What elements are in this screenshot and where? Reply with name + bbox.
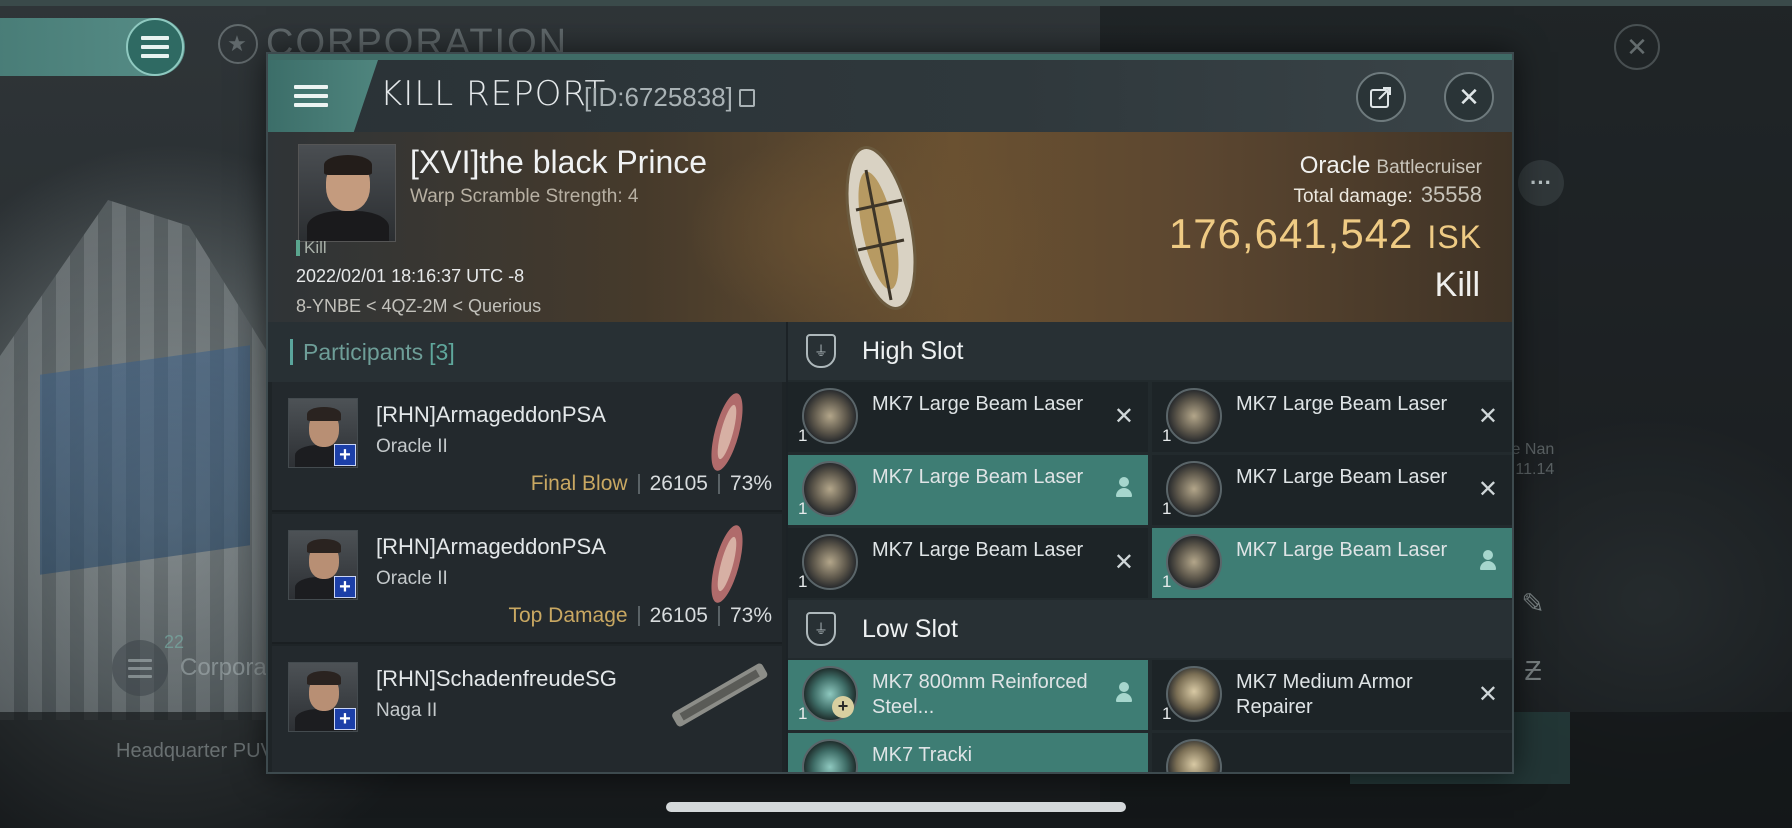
modal-menu-button[interactable] [268,60,378,132]
participants-header: Participants [3] [268,322,786,382]
dropped-person-icon [1116,477,1132,499]
module-icon [802,534,858,590]
destroyed-x-icon: ✕ [1477,403,1498,430]
kill-datetime: 2022/02/01 18:16:37 UTC -8 [296,266,525,286]
destroyed-x-icon: ✕ [1113,403,1134,430]
destroyed-x-icon: ✕ [1113,549,1134,576]
background-corporation-button[interactable]: 22 Corpora [112,632,267,696]
share-icon [1370,87,1391,108]
copy-icon[interactable] [738,88,755,107]
kill-report-modal: KILL REPORT [ID:6725838] ✕ [XVI]the blac… [266,52,1514,774]
warp-scramble-strength: Warp Scramble Strength: 4 [410,186,639,207]
fitting-panel: ⏚ High Slot 1 MK7 Large Beam Laser ✕ 1 M… [788,322,1512,772]
victim-banner: [XVI]the black Prince Warp Scramble Stre… [268,132,1512,322]
corp-menu-icon [112,640,168,696]
modal-title: KILL REPORT [380,74,607,114]
module-item[interactable]: MK7 Tracki [788,733,1148,772]
main-menu-button[interactable] [126,18,184,76]
participant-ship: Naga II [376,700,438,721]
high-slot-header: ⏚ High Slot [788,322,1512,380]
participant-ship-image [672,663,768,727]
participant-stats: Final Blow 26105 73% [530,472,772,495]
module-item[interactable]: 1 MK7 Large Beam Laser ✕ [1152,455,1512,525]
share-button[interactable] [1356,72,1406,122]
module-icon [1166,534,1222,590]
participants-panel: Participants [3] + [RHN]ArmageddonPSA Or… [268,322,786,772]
star-icon: ★ [218,23,258,64]
module-icon [1166,461,1222,517]
destroyed-x-icon: ✕ [1477,681,1498,708]
module-item[interactable]: 1 MK7 Large Beam Laser [1152,528,1512,598]
background-close-icon[interactable]: ✕ [1614,24,1660,70]
participant-ship-image [711,525,743,603]
result-label: Kill [1434,266,1480,304]
participant-row[interactable]: + [RHN]SchadenfreudeSG Naga II [272,646,782,772]
low-slot-header: ⏚ Low Slot [788,600,1512,658]
participant-name: [RHN]ArmageddonPSA [376,534,606,559]
kill-id[interactable]: [ID:6725838] [584,82,755,113]
background-structure-blue [40,345,250,575]
participant-ship: Oracle II [376,568,448,589]
participant-name: [RHN]SchadenfreudeSG [376,666,617,691]
module-item[interactable]: 1 MK7 Large Beam Laser ✕ [788,528,1148,598]
module-item[interactable]: 1 MK7 Large Beam Laser ✕ [1152,382,1512,452]
participant-ship-image [711,393,743,471]
victim-name[interactable]: [XVI]the black Prince [410,144,707,181]
participant-ship: Oracle II [376,436,448,457]
close-icon: ✕ [1458,81,1480,112]
background-headquarter-label: Headquarter PUV [116,740,274,762]
close-button[interactable]: ✕ [1444,72,1494,122]
module-item[interactable] [1152,733,1512,772]
hamburger-icon [141,36,169,58]
kill-location[interactable]: 8-YNBE < 4QZ-2M < Querious [296,296,541,317]
victim-ship-name: Oracle Battlecruiser [1299,152,1482,179]
hamburger-icon [294,85,328,107]
home-indicator[interactable] [666,802,1126,812]
module-icon [802,461,858,517]
module-item[interactable]: + 1 MK7 800mm Reinforced Steel... [788,660,1148,730]
low-slot-icon: ⏚ [806,612,836,646]
high-slot-icon: ⏚ [806,334,836,368]
total-damage: Total damage: 35558 [1293,182,1482,207]
background-side-text: le Nan .11.14 [1508,441,1555,478]
victim-ship-image[interactable] [836,140,926,314]
module-item[interactable]: 1 MK7 Large Beam Laser [788,455,1148,525]
module-item[interactable]: 1 MK7 Large Beam Laser ✕ [788,382,1148,452]
plus-icon: + [334,708,356,730]
participant-stats: Top Damage 26105 73% [508,604,772,627]
dropped-person-icon [1116,682,1132,704]
module-icon [1166,739,1222,772]
destroyed-x-icon: ✕ [1477,476,1498,503]
victim-avatar[interactable] [298,144,396,242]
settings-z-icon[interactable]: Ƶ [1510,648,1556,694]
dropped-person-icon [1480,550,1496,572]
module-icon [802,739,858,772]
more-options-icon[interactable]: ··· [1518,160,1564,206]
module-icon [1166,388,1222,444]
participant-row[interactable]: + [RHN]ArmageddonPSA Oracle II Final Blo… [272,382,782,512]
modal-header: KILL REPORT [ID:6725838] ✕ [268,60,1512,132]
plus-icon: + [334,444,356,466]
plus-icon: + [832,696,854,718]
module-icon [1166,666,1222,722]
isk-value: 176,641,542 ISK [1168,210,1482,257]
participant-row[interactable]: + [RHN]ArmageddonPSA Oracle II Top Damag… [272,514,782,644]
kill-tag: Kill [296,238,327,258]
module-icon [802,388,858,444]
top-strip [0,0,1792,6]
plus-icon: + [334,576,356,598]
module-item[interactable]: 1 MK7 Medium Armor Repairer ✕ [1152,660,1512,730]
edit-icon[interactable]: ✎ [1510,580,1556,626]
participant-name: [RHN]ArmageddonPSA [376,402,606,427]
